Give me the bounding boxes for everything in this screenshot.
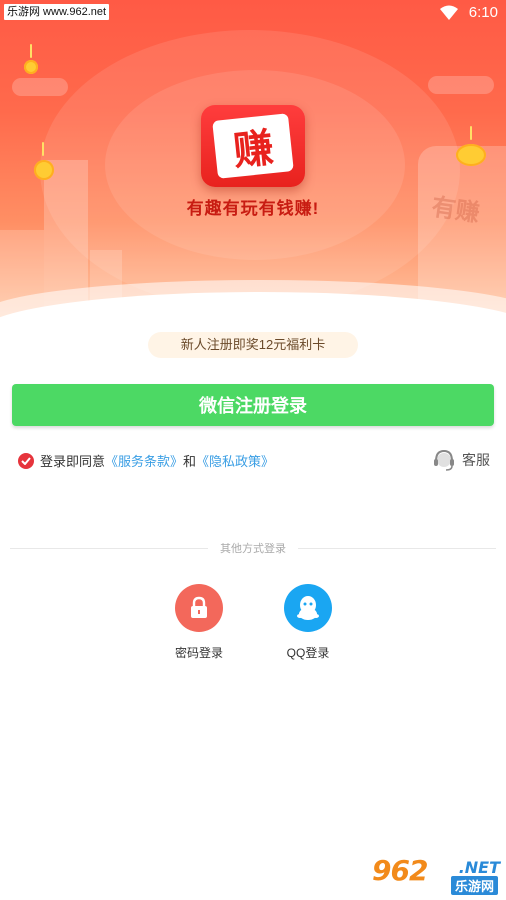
- status-indicators: 6:10: [439, 4, 498, 21]
- watermark-number: 962: [372, 854, 428, 887]
- status-bar: 乐游网 www.962.net 6:10: [0, 0, 506, 28]
- password-login-button[interactable]: 密码登录: [159, 584, 239, 661]
- qq-login-button[interactable]: QQ登录: [268, 584, 348, 661]
- watermark-brand: 乐游网: [450, 876, 498, 895]
- sparkle-decoration: [470, 126, 472, 140]
- logo-glyph: 赚: [212, 113, 294, 179]
- coin-icon: [34, 160, 54, 180]
- slogan: 有趣有玩有钱赚!: [186, 199, 320, 218]
- other-login-title: 其他方式登录: [220, 543, 286, 555]
- agreement-conjunction: 和: [183, 454, 197, 469]
- qq-icon: [297, 596, 319, 620]
- agreement-row: 登录即同意 《服务条款》 和 《隐私政策》: [18, 451, 274, 470]
- hero-banner: 有赚 赚 有趣有玩有钱赚!: [0, 0, 506, 318]
- wechat-register-login-button[interactable]: 微信注册登录: [12, 384, 494, 426]
- qq-login-circle[interactable]: [284, 584, 332, 632]
- password-login-label: 密码登录: [174, 646, 223, 660]
- sparkle-decoration: [42, 142, 44, 156]
- customer-service-label: 客服: [462, 452, 490, 468]
- divider-line: [298, 547, 496, 549]
- sparkle-decoration: [30, 44, 32, 58]
- privacy-policy-link[interactable]: 《隐私政策》: [196, 451, 274, 470]
- watermark-bottom-right: 962 .NET 乐游网: [372, 854, 500, 895]
- headset-icon: [434, 449, 454, 471]
- password-login-circle[interactable]: [175, 584, 223, 632]
- other-login-divider: 其他方式登录: [10, 540, 496, 556]
- agreement-prefix: 登录即同意: [40, 454, 106, 469]
- divider-line: [10, 547, 208, 549]
- watermark-top-left: 乐游网 www.962.net: [4, 4, 110, 20]
- qq-login-label: QQ登录: [286, 646, 330, 660]
- customer-service-button[interactable]: 客服: [432, 448, 490, 472]
- app-logo: 赚: [201, 105, 305, 187]
- promo-banner: 新人注册即奖12元福利卡: [148, 332, 358, 358]
- lock-icon: [191, 596, 207, 618]
- cloud-decoration: [428, 76, 494, 94]
- wifi-icon: [439, 5, 458, 20]
- coin-icon: [24, 60, 38, 74]
- status-time: 6:10: [468, 4, 498, 21]
- terms-of-service-link[interactable]: 《服务条款》: [105, 451, 183, 470]
- coin-stack-icon: [456, 144, 486, 166]
- watermark-domain: .NET: [458, 858, 500, 877]
- cloud-decoration: [12, 78, 68, 96]
- checkbox-checked-icon[interactable]: [18, 452, 34, 469]
